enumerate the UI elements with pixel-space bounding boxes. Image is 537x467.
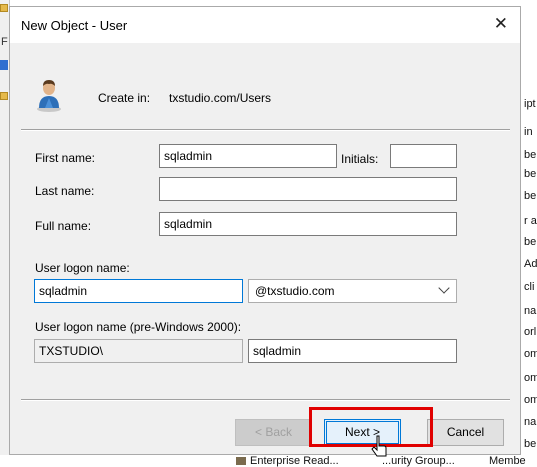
close-icon[interactable]: ✕ (494, 14, 508, 34)
logon-name-field[interactable]: sqladmin (34, 279, 243, 303)
first-name-label: First name: (35, 151, 96, 165)
separator (21, 129, 510, 131)
background-row-name: Enterprise Read... (236, 455, 339, 467)
initials-field[interactable] (390, 144, 457, 168)
arrow-icon (0, 60, 8, 70)
background-tree-text: F (1, 36, 8, 48)
background-cell: cli (524, 281, 535, 293)
logon-name-label: User logon name: (35, 261, 130, 275)
background-cell: om (524, 348, 537, 360)
full-name-field[interactable]: sqladmin (159, 212, 457, 236)
background-cell: na (524, 416, 537, 428)
upn-suffix-value: @txstudio.com (255, 284, 335, 298)
pre2000-label: User logon name (pre-Windows 2000): (35, 320, 242, 334)
folder-icon (0, 4, 8, 12)
last-name-label: Last name: (35, 184, 95, 198)
background-cell: be (524, 149, 537, 161)
chevron-down-icon (438, 282, 450, 294)
pre2000-logon-field[interactable]: sqladmin (248, 339, 457, 363)
background-row-type: ...urity Group... (382, 455, 455, 467)
background-cell: na (524, 305, 537, 317)
folder-icon (0, 92, 8, 100)
create-in-label: Create in: (98, 91, 151, 105)
initials-label: Initials: (341, 152, 379, 166)
user-icon (37, 80, 61, 112)
first-name-field[interactable]: sqladmin (159, 144, 337, 168)
background-cell: r a (524, 215, 537, 227)
background-row-desc: Membe (489, 455, 526, 467)
group-icon (236, 457, 246, 466)
title-bar[interactable]: New Object - User ✕ (10, 7, 520, 43)
pre2000-domain-field: TXSTUDIO\ (34, 339, 243, 363)
background-cell: be (524, 190, 537, 202)
background-cell: om (524, 394, 537, 406)
background-cell: orl (524, 326, 537, 338)
background-cell: be (524, 438, 537, 450)
background-cell: om (524, 372, 537, 384)
background-cell: be (524, 236, 537, 248)
background-list-row: Enterprise Read... ...urity Group... Mem… (0, 455, 537, 467)
separator (21, 399, 510, 401)
background-cell: ipt (524, 98, 536, 110)
new-object-user-dialog: New Object - User ✕ Create in: txstudio.… (9, 6, 521, 455)
background-description-column: ipt in be be be r a be Ad cli na orl om … (521, 0, 537, 467)
background-cell: be (524, 168, 537, 180)
create-in-path: txstudio.com/Users (169, 91, 272, 105)
last-name-field[interactable] (159, 177, 457, 201)
full-name-label: Full name: (35, 219, 92, 233)
background-cell: in (524, 126, 533, 138)
pointer-cursor-icon (371, 435, 387, 457)
back-button[interactable]: < Back (235, 419, 312, 446)
upn-suffix-dropdown[interactable]: @txstudio.com (248, 279, 457, 303)
dialog-title: New Object - User (21, 18, 128, 33)
cancel-button[interactable]: Cancel (427, 419, 504, 446)
background-cell: Ad (524, 258, 537, 270)
